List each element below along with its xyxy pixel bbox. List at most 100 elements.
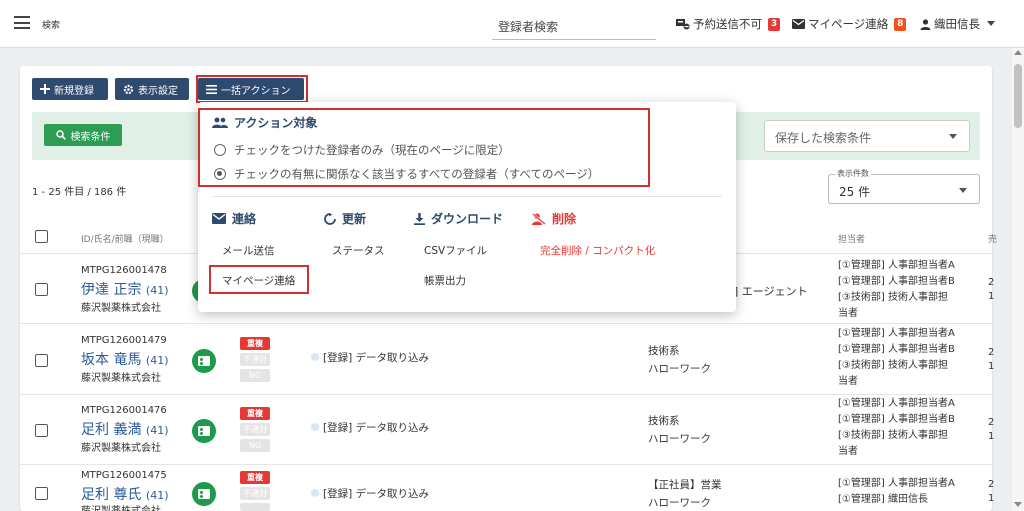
plus-icon bbox=[40, 84, 50, 94]
new-registration-button[interactable]: 新規登録 bbox=[32, 78, 108, 100]
top-bar: 検索 登録者検索 予約送信不可 3 マイページ連絡 8 織田信長 bbox=[0, 0, 1024, 48]
highlight-action-target bbox=[198, 108, 650, 187]
saved-search-select[interactable]: 保存した検索条件 bbox=[764, 120, 970, 152]
row-company: 藤沢製薬株式会社 bbox=[81, 502, 161, 511]
scroll-up-arrow-icon[interactable] bbox=[1014, 50, 1022, 55]
row-name-link[interactable]: 足利 義満 (41) bbox=[81, 419, 169, 439]
unreachable-tag: 不通封 bbox=[240, 353, 270, 366]
row-company: 藤沢製薬株式会社 bbox=[81, 443, 161, 454]
row-company: 藤沢製薬株式会社 bbox=[81, 303, 161, 314]
row-extra: 21 bbox=[988, 479, 995, 504]
row-media: 【正社員】営業 ハローワーク bbox=[648, 479, 722, 509]
row-company: 藤沢製薬株式会社 bbox=[81, 373, 161, 384]
id-card-icon[interactable] bbox=[192, 349, 216, 373]
unreachable-tag: 不通封 bbox=[240, 487, 270, 500]
row-route: [登録] データ取り込み bbox=[323, 422, 430, 434]
row-id: MTPG126001475 bbox=[81, 470, 167, 481]
full-delete-compact-item[interactable]: 完全削除 / コンパクト化 bbox=[540, 243, 655, 258]
duplicate-tag: 重複 bbox=[240, 407, 270, 420]
ng-tag: NG bbox=[240, 369, 270, 382]
row-id: MTPG126001476 bbox=[81, 405, 167, 416]
per-page-label: 表示件数 bbox=[835, 168, 871, 179]
mypage-contact-link[interactable]: マイページ連絡 8 bbox=[792, 16, 907, 32]
highlight-bulk-action bbox=[196, 75, 308, 103]
duplicate-tag: 重複 bbox=[240, 337, 270, 350]
row-media: ] エージェント bbox=[734, 285, 808, 298]
row-divider bbox=[20, 394, 992, 395]
send-blocked-icon bbox=[676, 19, 690, 30]
mail-icon bbox=[212, 213, 226, 224]
saved-search-placeholder: 保存した検索条件 bbox=[775, 131, 872, 145]
ng-tag: NG bbox=[240, 439, 270, 452]
registrant-search-input[interactable]: 登録者検索 bbox=[492, 14, 656, 40]
row-name-link[interactable]: 坂本 竜馬 (41) bbox=[81, 349, 169, 369]
status-dot bbox=[311, 353, 319, 361]
user-menu[interactable]: 織田信長 bbox=[920, 16, 995, 32]
caret-down-icon bbox=[959, 188, 967, 193]
gear-icon bbox=[123, 84, 134, 94]
unreachable-tag: 不通封 bbox=[240, 423, 270, 436]
row-extra: 21 bbox=[988, 347, 995, 372]
row-checkbox[interactable] bbox=[35, 424, 48, 437]
csv-file-item[interactable]: CSVファイル bbox=[424, 243, 487, 258]
search-conditions-button[interactable]: 検索条件 bbox=[44, 124, 122, 146]
row-name-link[interactable]: 伊達 正宗 (41) bbox=[81, 279, 169, 299]
user-icon bbox=[920, 18, 931, 30]
send-unavailable-badge: 3 bbox=[768, 17, 780, 31]
display-settings-button[interactable]: 表示設定 bbox=[115, 78, 189, 100]
scroll-down-arrow-icon[interactable] bbox=[1014, 502, 1022, 507]
mail-icon bbox=[792, 19, 805, 29]
caret-down-icon bbox=[949, 134, 957, 139]
row-divider bbox=[20, 323, 992, 324]
id-card-icon[interactable] bbox=[192, 419, 216, 443]
highlight-mypage-contact bbox=[209, 265, 309, 294]
send-unavailable-link[interactable]: 予約送信不可 3 bbox=[676, 16, 780, 32]
send-mail-item[interactable]: メール送信 bbox=[222, 243, 275, 258]
display-settings-label: 表示設定 bbox=[138, 85, 178, 97]
search-conditions-label: 検索条件 bbox=[70, 131, 111, 143]
id-card-icon[interactable] bbox=[192, 482, 216, 506]
row-media: 技術系 ハローワーク bbox=[648, 345, 711, 375]
row-extra: 21 bbox=[988, 277, 995, 302]
send-unavailable-label: 予約送信不可 bbox=[693, 17, 762, 31]
select-all-checkbox[interactable] bbox=[35, 230, 48, 243]
row-owners: [①管理部] 人事部担当者A [①管理部] 人事部担当者B [③技術部] 技術人事部… bbox=[838, 260, 955, 319]
status-dot bbox=[311, 489, 319, 497]
row-media: 技術系 ハローワーク bbox=[648, 415, 711, 445]
search-icon bbox=[55, 130, 66, 140]
row-id: MTPG126001478 bbox=[81, 265, 167, 276]
user-name: 織田信長 bbox=[934, 17, 980, 31]
delete-category: 削除 bbox=[532, 210, 576, 227]
row-route: [登録] データ取り込み bbox=[323, 352, 430, 364]
result-range: 1 - 25 件目 / 186 件 bbox=[32, 187, 127, 198]
row-checkbox[interactable] bbox=[35, 354, 48, 367]
row-route: [登録] データ取り込み bbox=[323, 488, 430, 500]
download-category: ダウンロード bbox=[414, 210, 503, 227]
chevron-down-icon bbox=[987, 21, 995, 26]
download-icon bbox=[414, 212, 425, 225]
row-id: MTPG126001479 bbox=[81, 335, 167, 346]
row-name-link[interactable]: 足利 尊氏 (41) bbox=[81, 484, 169, 504]
row-extra: 21 bbox=[988, 417, 995, 442]
refresh-icon bbox=[324, 212, 336, 225]
form-output-item[interactable]: 帳票出力 bbox=[424, 273, 466, 288]
row-owners: [①管理部] 人事部担当者A [①管理部] 織田信長 bbox=[838, 478, 955, 505]
duplicate-tag: 重複 bbox=[240, 471, 270, 484]
menu-divider bbox=[212, 196, 722, 197]
row-checkbox[interactable] bbox=[35, 487, 48, 500]
search-label: 検索 bbox=[42, 21, 61, 31]
status-item[interactable]: ステータス bbox=[332, 243, 385, 258]
row-divider bbox=[20, 464, 992, 465]
mypage-contact-badge: 8 bbox=[894, 17, 907, 31]
row-owners: [①管理部] 人事部担当者A [①管理部] 人事部担当者B [③技術部] 技術人事部… bbox=[838, 398, 955, 457]
row-checkbox[interactable] bbox=[35, 283, 48, 296]
new-registration-label: 新規登録 bbox=[54, 85, 94, 97]
per-page-select[interactable]: 表示件数 25 件 bbox=[828, 168, 980, 204]
contact-category: 連絡 bbox=[212, 210, 256, 227]
column-cut: 売 bbox=[988, 235, 998, 245]
scrollbar-thumb[interactable] bbox=[1014, 64, 1022, 128]
update-category: 更新 bbox=[324, 210, 366, 227]
menu-icon[interactable] bbox=[14, 16, 30, 29]
status-dot bbox=[311, 423, 319, 431]
mypage-contact-label: マイページ連絡 bbox=[808, 17, 889, 31]
